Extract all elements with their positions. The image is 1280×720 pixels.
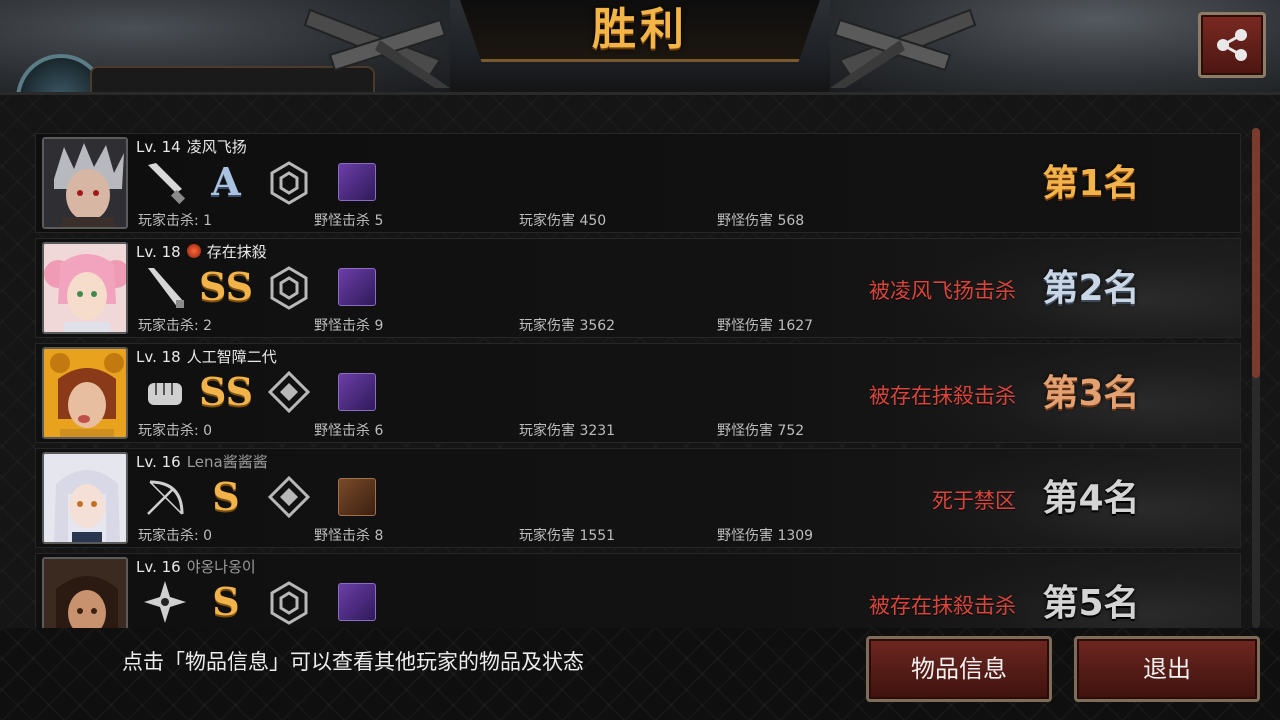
player-kills: 玩家击杀: 0 — [138, 528, 213, 544]
player-portrait — [42, 347, 128, 439]
weapon-grade: A — [211, 159, 241, 204]
player-name: 凌风飞扬 — [186, 138, 247, 156]
rank-label: 第2名 — [1042, 268, 1140, 309]
hexagon-emblem-icon — [264, 578, 314, 626]
hexagon-emblem-icon — [264, 158, 314, 206]
player-name: Lena酱酱酱 — [186, 453, 268, 471]
monster-kills: 野怪击杀 5 — [314, 213, 384, 229]
player-level: Lv. 16 — [136, 558, 181, 576]
death-cause: 被存在抹殺击杀 — [869, 384, 1016, 408]
hexagon-emblem-icon — [264, 263, 314, 311]
player-header: Lv. 16 야옹나옹이 — [136, 556, 256, 577]
death-cause: 死于禁区 — [932, 489, 1016, 513]
knife-icon — [140, 158, 190, 206]
purple-item-icon[interactable] — [332, 578, 382, 626]
death-cause: 被凌风飞扬击杀 — [869, 279, 1016, 303]
victory-title: 胜利 — [592, 4, 688, 55]
fist-icon — [140, 368, 190, 416]
result-row[interactable]: Lv. 16 Lena酱酱酱 S 玩家击杀: 0 野怪击杀 8 玩家伤害 1551… — [35, 448, 1241, 548]
player-kills: 玩家击杀: 1 — [138, 213, 213, 229]
diamond-emblem-icon — [264, 473, 314, 521]
right-crossed-guns-ornament — [830, 8, 977, 88]
diamond-emblem-icon — [264, 368, 314, 416]
player-portrait — [42, 242, 128, 334]
player-damage: 玩家伤害 450 — [519, 213, 607, 229]
player-level: Lv. 18 — [136, 243, 181, 261]
scrollbar-thumb[interactable] — [1252, 128, 1260, 378]
player-header: Lv. 14 凌风飞扬 — [136, 136, 247, 157]
crossed-swords-item-icon[interactable] — [332, 473, 382, 521]
player-header: Lv. 16 Lena酱酱酱 — [136, 451, 268, 472]
result-row[interactable]: Lv. 18 人工智障二代 SS 玩家击杀: 0 野怪击杀 6 玩家伤害 3231… — [35, 343, 1241, 443]
monster-kills: 野怪击杀 6 — [314, 423, 384, 439]
purple-item-icon[interactable] — [332, 368, 382, 416]
hint-text: 点击「物品信息」可以查看其他玩家的物品及状态 — [122, 650, 584, 674]
item-info-button[interactable]: 物品信息 — [866, 636, 1052, 702]
rank-label: 第1名 — [1042, 163, 1140, 204]
clan-badge-icon — [186, 244, 201, 258]
purple-item-icon[interactable] — [332, 263, 382, 311]
rank-label: 第5名 — [1042, 583, 1140, 624]
monster-kills: 野怪击杀 9 — [314, 318, 384, 334]
bat-icon — [140, 263, 190, 311]
monster-damage: 野怪伤害 568 — [717, 213, 805, 229]
player-level: Lv. 14 — [136, 138, 181, 156]
rank-label: 第4名 — [1042, 478, 1140, 519]
monster-damage: 野怪伤害 1309 — [717, 528, 814, 544]
weapon-grade: S — [212, 474, 240, 519]
player-level: Lv. 16 — [136, 453, 181, 471]
player-portrait — [42, 137, 128, 229]
weapon-grade: SS — [198, 264, 254, 309]
results-panel: Lv. 14 凌风飞扬 A 玩家击杀: 1 野怪击杀 5 玩家伤害 450 野怪伤… — [0, 92, 1280, 653]
player-name: 存在抹殺 — [206, 243, 267, 261]
weapon-grade: SS — [198, 369, 254, 414]
weapon-grade: S — [212, 579, 240, 624]
player-kills: 玩家击杀: 0 — [138, 423, 213, 439]
player-name: 야옹나옹이 — [186, 558, 256, 576]
shuriken-icon — [140, 578, 190, 626]
player-header: Lv. 18 存在抹殺 — [136, 241, 267, 262]
player-damage: 玩家伤害 1551 — [519, 528, 616, 544]
player-kills: 玩家击杀: 2 — [138, 318, 213, 334]
share-button[interactable] — [1198, 12, 1266, 78]
results-scrollbar[interactable] — [1252, 128, 1260, 628]
purple-item-icon[interactable] — [332, 158, 382, 206]
player-level: Lv. 18 — [136, 348, 181, 366]
bow-icon — [140, 473, 190, 521]
player-damage: 玩家伤害 3562 — [519, 318, 616, 334]
share-icon — [1217, 29, 1247, 61]
monster-damage: 野怪伤害 1627 — [717, 318, 814, 334]
exit-button[interactable]: 退出 — [1074, 636, 1260, 702]
rank-label: 第3名 — [1042, 373, 1140, 414]
player-name: 人工智障二代 — [186, 348, 277, 366]
player-portrait — [42, 452, 128, 544]
result-row[interactable]: Lv. 18 存在抹殺 SS 玩家击杀: 2 野怪击杀 9 玩家伤害 3562 野… — [35, 238, 1241, 338]
player-damage: 玩家伤害 3231 — [519, 423, 616, 439]
player-header: Lv. 18 人工智障二代 — [136, 346, 277, 367]
monster-kills: 野怪击杀 8 — [314, 528, 384, 544]
left-crossed-guns-ornament — [303, 8, 450, 88]
death-cause: 被存在抹殺击杀 — [869, 594, 1016, 618]
result-row[interactable]: Lv. 14 凌风飞扬 A 玩家击杀: 1 野怪击杀 5 玩家伤害 450 野怪伤… — [35, 133, 1241, 233]
monster-damage: 野怪伤害 752 — [717, 423, 805, 439]
